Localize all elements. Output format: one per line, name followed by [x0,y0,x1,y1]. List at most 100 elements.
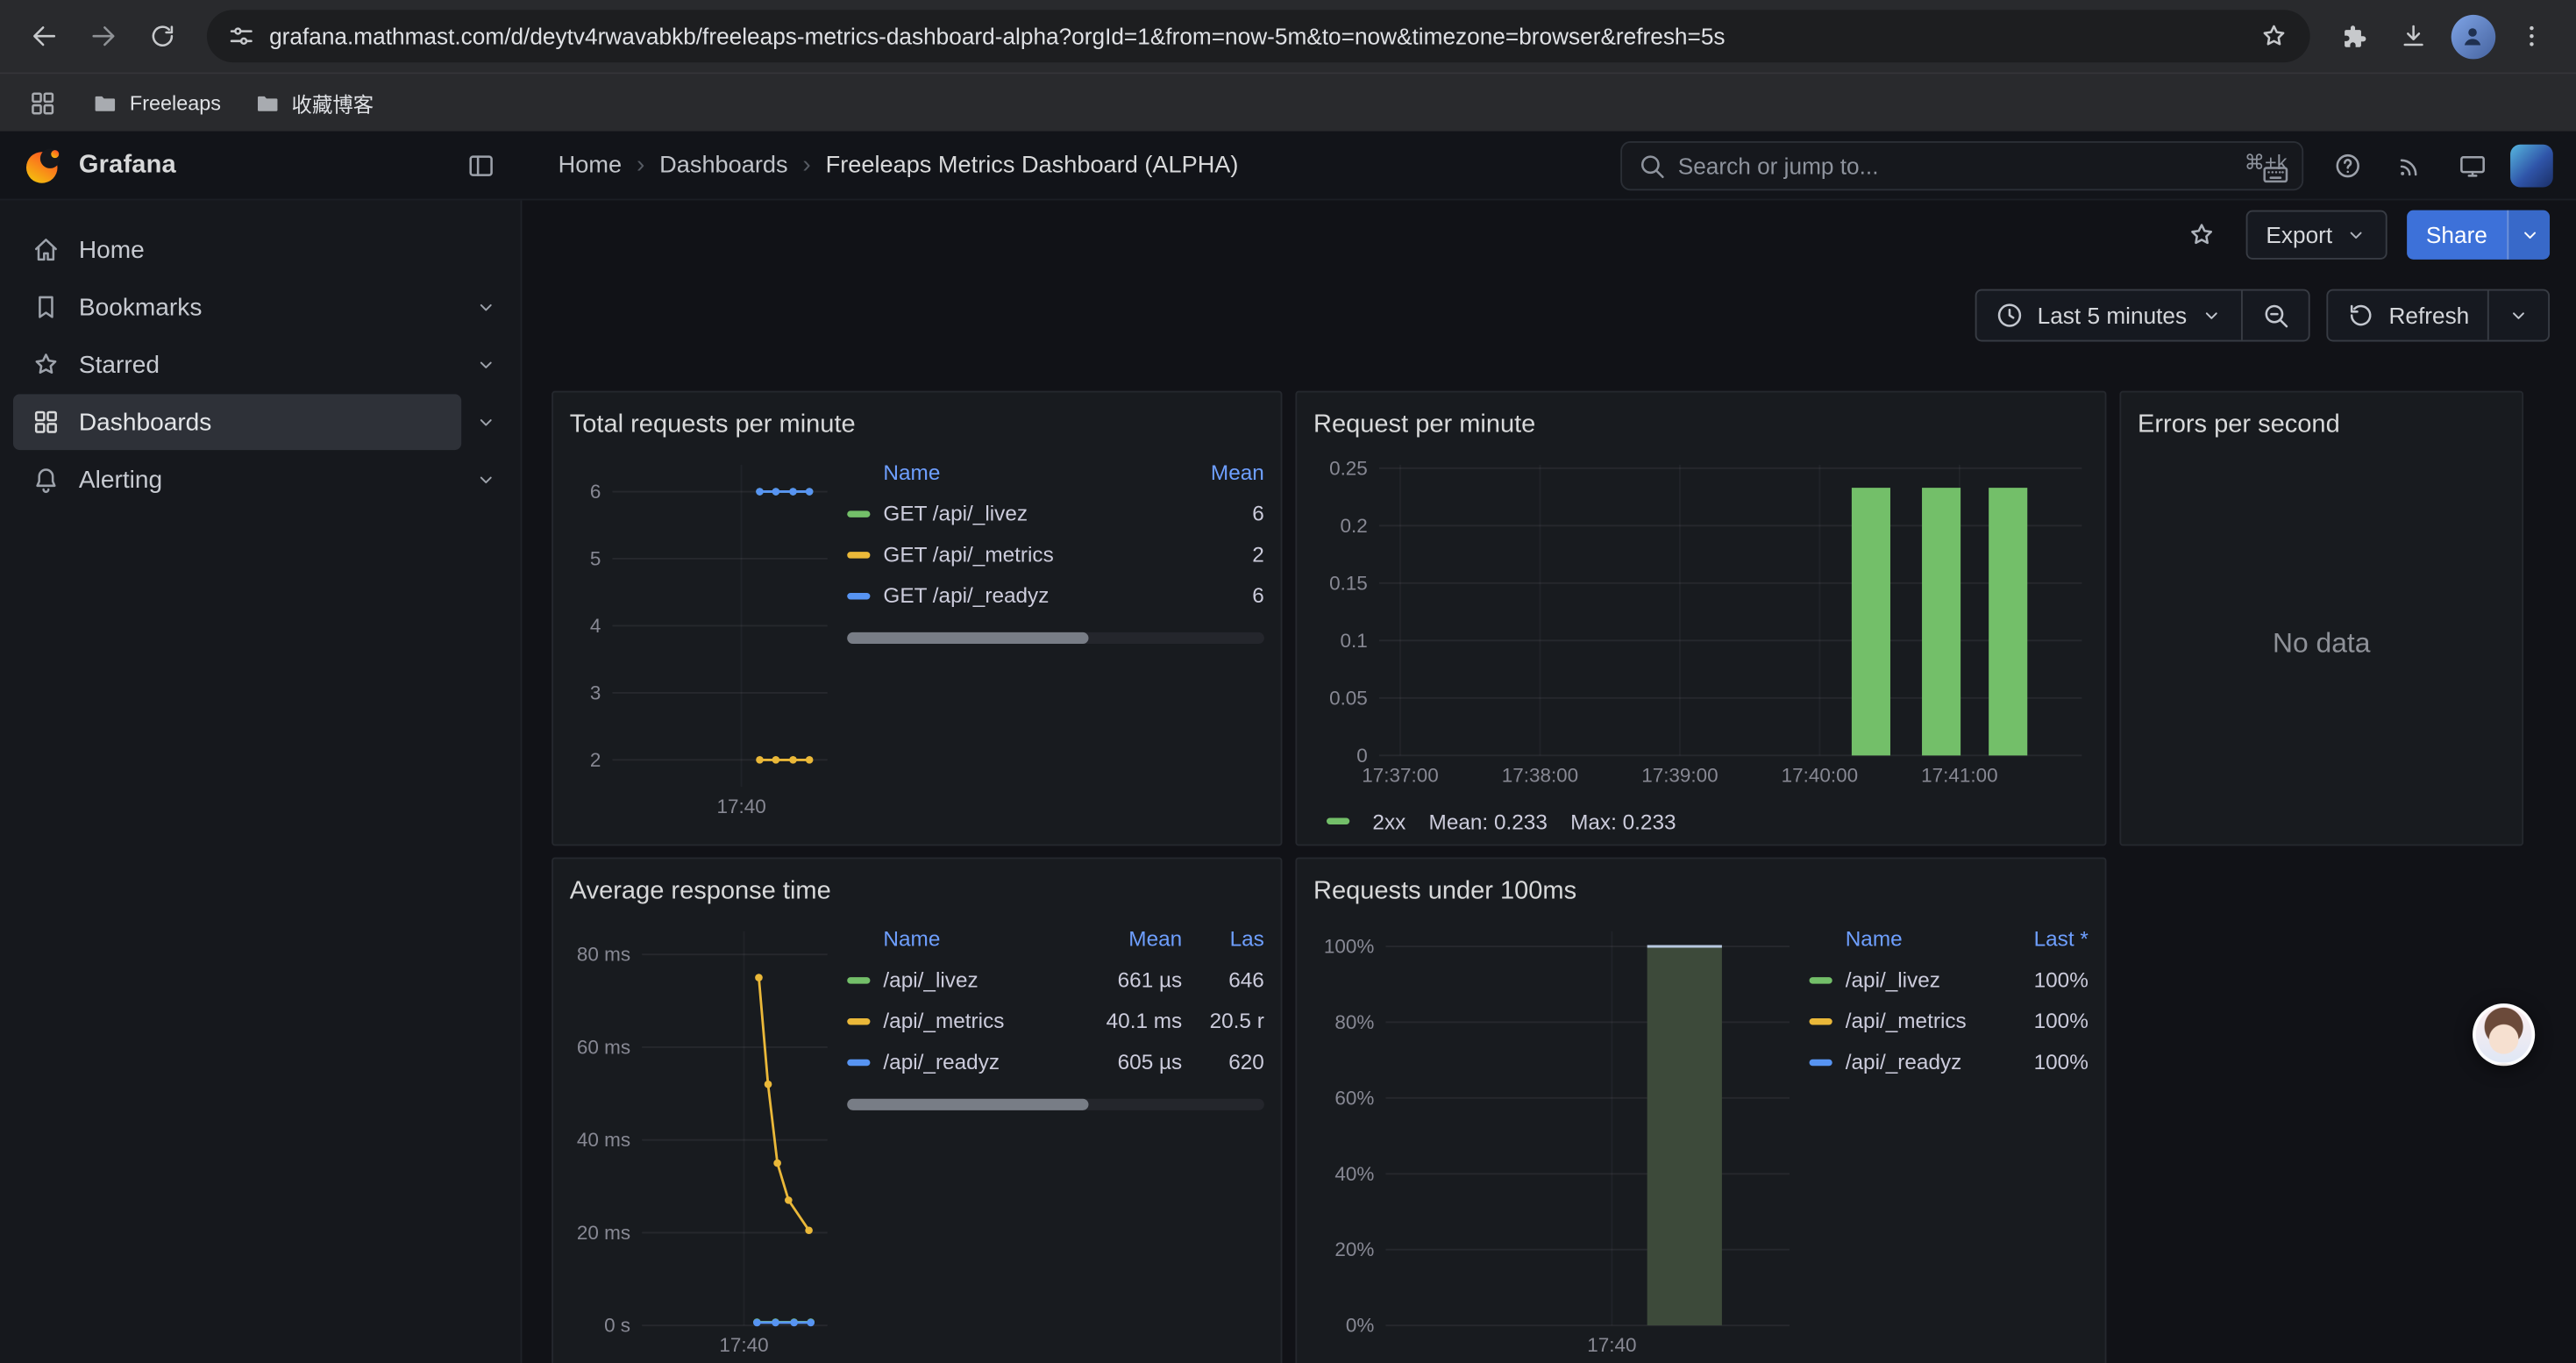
series-name[interactable]: /api/_readyz [883,1050,1067,1074]
svg-text:0%: 0% [1346,1315,1374,1337]
browser-toolbar [0,0,2576,72]
assistant-avatar-button[interactable] [2473,1003,2535,1066]
browser-menu-button[interactable] [2504,8,2560,64]
series-name[interactable]: GET /api/_readyz [883,583,1159,608]
sidebar-item-bookmarks[interactable]: Bookmarks [13,279,461,335]
breadcrumb-item-0[interactable]: Home [559,152,622,178]
collapse-sidebar-button[interactable] [457,140,506,189]
legend-column-header[interactable]: Las [1195,926,1264,951]
help-button[interactable] [2323,140,2373,189]
sidebar-item-dashboards[interactable]: Dashboards [13,394,461,450]
series-name[interactable]: /api/_metrics [883,1009,1067,1033]
site-settings-icon[interactable] [226,21,256,51]
reload-button[interactable] [135,8,191,64]
favorite-dashboard-button[interactable] [2177,211,2226,260]
series-name[interactable]: /api/_livez [883,967,1067,992]
forward-button[interactable] [75,8,132,64]
svg-text:100%: 100% [1324,935,1374,957]
panel-title[interactable]: Request per minute [1313,403,2089,448]
svg-text:17:38:00: 17:38:00 [1502,764,1578,786]
news-button[interactable] [2386,140,2435,189]
refresh-interval-dropdown[interactable] [2489,290,2548,339]
zoom-out-button[interactable] [2243,290,2309,339]
bookmark-item-1[interactable]: 收藏博客 [241,81,388,125]
bookmark-item-0[interactable]: Freeleaps [79,83,234,123]
time-range-picker[interactable]: Last 5 minutes [1976,290,2241,339]
panel-title[interactable]: Requests under 100ms [1313,869,2089,915]
line-chart[interactable]: 80 ms60 ms40 ms20 ms0 s17:40 [570,915,837,1361]
chevron-down-icon[interactable] [461,452,510,508]
bar-chart[interactable]: 100%80%60%40%20%0%17:40 [1313,915,1799,1361]
sidebar-item-starred[interactable]: Starred [13,337,461,393]
legend-inline: 2xxMean: 0.233Max: 0.233 [1313,800,2089,843]
line-chart[interactable]: 6543217:40 [570,448,837,823]
series-name[interactable]: /api/_readyz [1846,1050,1974,1074]
apps-grid-icon [28,88,58,118]
series-name[interactable]: GET /api/_livez [883,501,1159,525]
panel-requests-under-100ms: Requests under 100ms100%80%60%40%20%0%17… [1295,857,2106,1363]
svg-text:6: 6 [590,481,601,503]
user-avatar[interactable] [2510,144,2553,187]
chevron-down-icon[interactable] [461,394,510,450]
share-button[interactable]: Share [2406,211,2550,260]
legend-column-header[interactable]: Name [883,460,1159,484]
share-dropdown[interactable] [2507,211,2550,260]
chevron-down-icon[interactable] [461,337,510,393]
scrollbar-thumb[interactable] [847,1099,1089,1110]
series-name[interactable]: /api/_livez [1846,967,1974,992]
bookmark-star-button[interactable] [2251,13,2296,59]
breadcrumb-item-1[interactable]: Dashboards [659,152,787,178]
series-color-swatch [1810,976,1832,982]
forward-icon [89,21,118,51]
legend-scrollbar[interactable] [847,632,1264,644]
star-icon [13,350,79,380]
series-value: 605 µs [1080,1050,1182,1074]
series-stat: Mean: 0.233 [1429,809,1548,833]
refresh-button[interactable]: Refresh [2328,290,2487,339]
url-bar[interactable] [207,10,2310,62]
no-data-message: No data [2121,442,2522,845]
legend-column-header[interactable]: Mean [1172,460,1264,484]
grafana-logo[interactable] [23,146,62,185]
series-value: 100% [1987,1009,2089,1033]
dashboard-canvas: Total requests per minute6543217:40 Name M… [522,361,2576,1363]
svg-text:80%: 80% [1334,1011,1374,1033]
kebab-menu-icon [2517,21,2547,51]
bookmark-label: Freeleaps [130,91,221,114]
sidebar-item-alerting[interactable]: Alerting [13,452,461,508]
apps-shortcut-button[interactable] [19,80,65,125]
svg-text:0.05: 0.05 [1329,687,1368,709]
profile-button[interactable] [2444,8,2501,64]
scrollbar-thumb[interactable] [847,632,1089,644]
monitor-icon [2458,150,2487,180]
clock-icon [1995,301,2025,331]
export-button[interactable]: Export [2246,211,2387,260]
series-name[interactable]: GET /api/_metrics [883,542,1159,567]
legend-column-header[interactable]: Name [883,926,1067,951]
back-button[interactable] [17,8,73,64]
sidebar-item-home[interactable]: Home [13,222,510,278]
legend-column-header[interactable]: Mean [1080,926,1182,951]
sidebar-item-label: Alerting [79,466,162,494]
chevron-down-icon[interactable] [461,279,510,335]
series-name[interactable]: 2xx [1372,809,1405,833]
svg-text:17:41:00: 17:41:00 [1921,764,1997,786]
series-value: 20.5 r [1195,1009,1264,1033]
panel-title[interactable]: Total requests per minute [570,403,1264,448]
search-input[interactable] [1620,140,2303,189]
legend-column-header[interactable]: Name [1846,926,1974,951]
sidebar-item-label: Starred [79,351,160,379]
refresh-icon [2346,301,2376,331]
legend-table: NameMeanGET /api/_livez6GET /api/_metric… [847,448,1264,831]
extensions-button[interactable] [2326,8,2382,64]
url-input[interactable] [269,23,2238,49]
panel-title[interactable]: Average response time [570,869,1264,915]
downloads-button[interactable] [2386,8,2442,64]
kiosk-mode-button[interactable] [2448,140,2497,189]
rss-icon [2395,150,2425,180]
series-name[interactable]: /api/_metrics [1846,1009,1974,1033]
bar-chart[interactable]: 0.250.20.150.10.05017:37:0017:38:0017:39… [1313,448,2092,791]
legend-column-header[interactable]: Last * [1987,926,2089,951]
legend-scrollbar[interactable] [847,1099,1264,1110]
series-value: 2 [1172,542,1264,567]
